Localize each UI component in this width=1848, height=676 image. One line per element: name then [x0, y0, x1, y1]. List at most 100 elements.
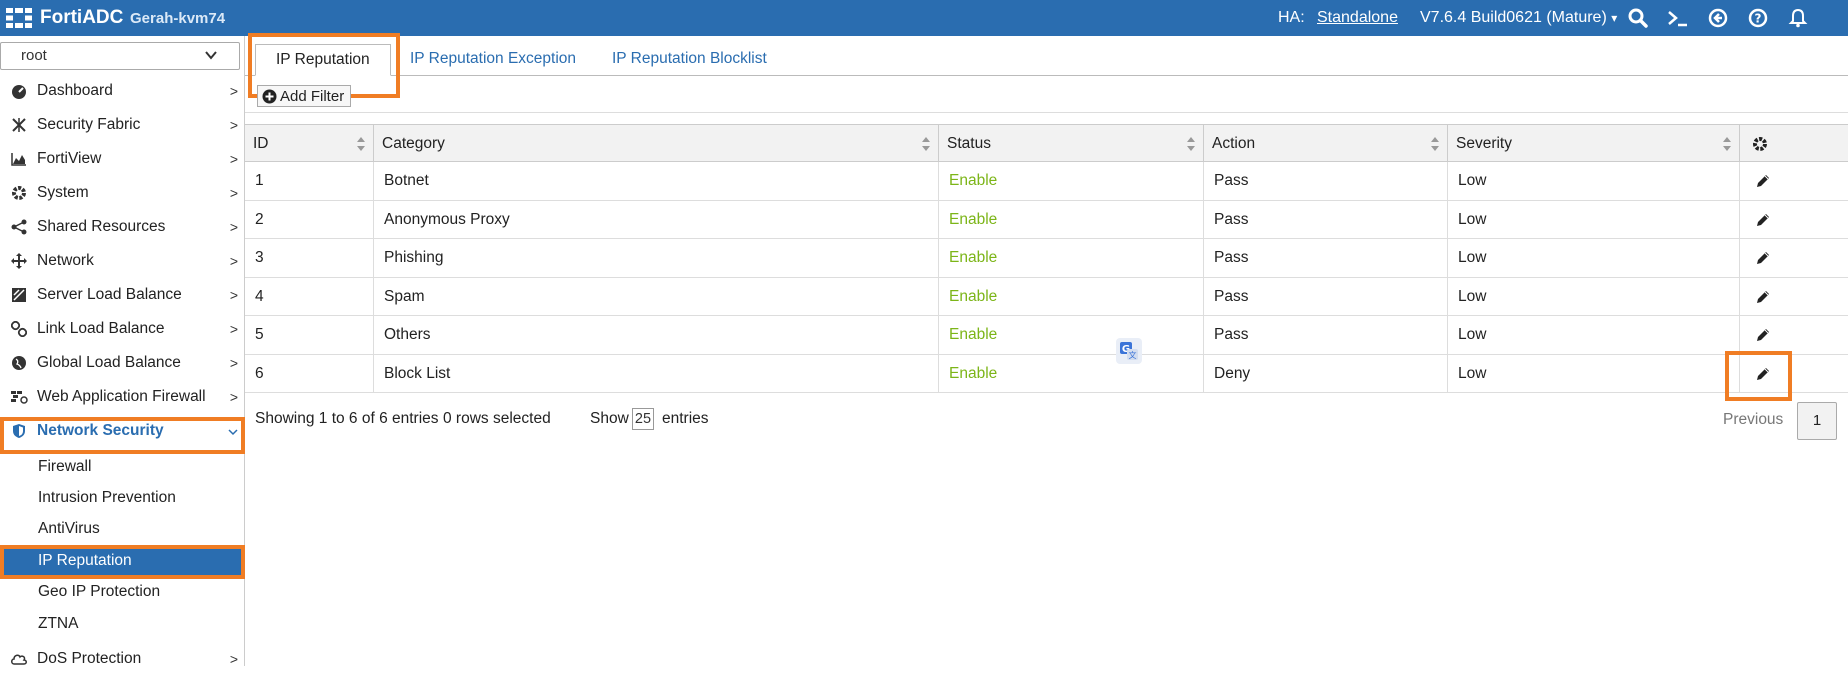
- page-1-button[interactable]: 1: [1797, 402, 1837, 440]
- cell-action: Pass: [1204, 200, 1448, 239]
- sort-icon: [1431, 137, 1439, 151]
- vdom-select[interactable]: root: [0, 42, 240, 70]
- cell-id: 1: [245, 162, 374, 200]
- waf-icon: [10, 388, 28, 406]
- sidebar-subitem-ztna[interactable]: ZTNA: [0, 609, 244, 639]
- pencil-icon: [1756, 213, 1769, 226]
- sidebar-subitem-label: Firewall: [38, 458, 92, 475]
- sidebar-item-label: DoS Protection: [37, 650, 142, 667]
- search-icon[interactable]: [1626, 6, 1650, 30]
- pencil-icon: [1756, 252, 1769, 264]
- chevron-right-icon: >: [229, 651, 238, 667]
- tab-ip-reputation-blocklist[interactable]: IP Reputation Blocklist: [592, 44, 787, 76]
- page-size-input[interactable]: 25: [632, 408, 654, 430]
- cell-status: Enable: [939, 316, 1204, 354]
- sidebar-subitem-firewall[interactable]: Firewall: [0, 452, 244, 482]
- sidebar-subitem-geo-ip-protection[interactable]: Geo IP Protection: [0, 577, 244, 607]
- edit-button[interactable]: [1740, 355, 1785, 393]
- sidebar-subitem-label: AntiVirus: [38, 520, 100, 537]
- chevron-right-icon: >: [229, 321, 238, 337]
- sidebar-item-system[interactable]: System >: [0, 176, 244, 210]
- cell-status: Enable: [939, 354, 1204, 393]
- sidebar-item-security-fabric[interactable]: Security Fabric >: [0, 108, 244, 142]
- sidebar-subitem-ip-reputation[interactable]: IP Reputation: [0, 546, 244, 576]
- cell-status: Enable: [939, 162, 1204, 200]
- sidebar-item-server-load-balance[interactable]: Server Load Balance >: [0, 278, 244, 312]
- back-circle-icon[interactable]: [1706, 6, 1730, 30]
- table-row[interactable]: 4 Spam Enable Pass Low: [245, 277, 1848, 316]
- table-row[interactable]: 2 Anonymous Proxy Enable Pass Low: [245, 200, 1848, 239]
- sidebar-item-network[interactable]: Network >: [0, 244, 244, 278]
- sidebar-item-label: Server Load Balance: [37, 286, 182, 303]
- ha-label: HA:: [1278, 9, 1305, 26]
- dashboard-icon: [10, 82, 28, 100]
- svg-text:文: 文: [1129, 350, 1137, 360]
- cell-id: 6: [245, 354, 374, 393]
- tab-bar: IP Reputation IP Reputation Exception IP…: [245, 36, 1848, 76]
- terminal-icon[interactable]: [1666, 6, 1690, 30]
- sidebar-item-web-application-firewall[interactable]: Web Application Firewall >: [0, 380, 244, 414]
- tab-ip-reputation[interactable]: IP Reputation: [255, 44, 391, 76]
- share-icon: [10, 218, 28, 236]
- chevron-right-icon: >: [229, 117, 238, 133]
- version-dropdown[interactable]: V7.6.4 Build0621 (Mature) ▾: [1420, 9, 1617, 27]
- chevron-right-icon: >: [229, 151, 238, 167]
- sidebar-item-label: Network Security: [37, 422, 164, 439]
- sidebar-item-label: Network: [37, 252, 94, 269]
- cell-status: Enable: [939, 200, 1204, 239]
- tab-ip-reputation-exception[interactable]: IP Reputation Exception: [390, 44, 596, 76]
- cell-category: Botnet: [374, 162, 939, 200]
- sidebar-subitem-antivirus[interactable]: AntiVirus: [0, 514, 244, 544]
- cell-action: Pass: [1204, 277, 1448, 316]
- sidebar-item-network-security[interactable]: Network Security: [0, 414, 244, 448]
- edit-button[interactable]: [1740, 278, 1785, 316]
- help-icon[interactable]: ?: [1746, 6, 1770, 30]
- edit-button[interactable]: [1740, 239, 1785, 277]
- previous-page-button[interactable]: Previous: [1723, 411, 1783, 429]
- translate-icon[interactable]: G文: [1116, 338, 1142, 364]
- sidebar-item-dos-protection[interactable]: DoS Protection >: [0, 642, 244, 676]
- cell-action: Pass: [1204, 239, 1448, 277]
- sort-icon: [1723, 137, 1731, 151]
- cell-severity: Low: [1448, 277, 1740, 316]
- column-settings-button[interactable]: [1740, 125, 1848, 162]
- sidebar-item-label: Dashboard: [37, 82, 113, 99]
- sidebar-subitem-label: ZTNA: [38, 615, 79, 632]
- table-row[interactable]: 6 Block List Enable Deny Low: [245, 354, 1848, 393]
- edit-button[interactable]: [1740, 162, 1785, 200]
- column-header-action[interactable]: Action: [1204, 125, 1448, 162]
- chart-icon: [10, 150, 28, 168]
- add-filter-button[interactable]: Add Filter: [257, 85, 352, 107]
- sidebar-subitem-intrusion-prevention[interactable]: Intrusion Prevention: [0, 483, 244, 513]
- sidebar-item-dashboard[interactable]: Dashboard >: [0, 74, 244, 108]
- vdom-value: root: [21, 47, 47, 64]
- column-header-category[interactable]: Category: [374, 125, 939, 162]
- table-row[interactable]: 5 Others Enable Pass Low: [245, 316, 1848, 355]
- hostname: Gerah-kvm74: [130, 10, 226, 27]
- edit-button[interactable]: [1740, 316, 1785, 354]
- ha-status-link[interactable]: Standalone: [1317, 9, 1398, 27]
- sort-icon: [922, 137, 930, 151]
- notification-bell-icon[interactable]: [1786, 6, 1810, 30]
- column-header-status[interactable]: Status: [939, 125, 1204, 162]
- filter-bar: Add Filter: [245, 76, 1848, 113]
- chevron-right-icon: >: [229, 83, 238, 99]
- sidebar-item-shared-resources[interactable]: Shared Resources >: [0, 210, 244, 244]
- column-header-id[interactable]: ID: [245, 125, 374, 162]
- cell-severity: Low: [1448, 162, 1740, 200]
- table-row[interactable]: 1 Botnet Enable Pass Low: [245, 162, 1848, 201]
- top-bar: FortiADC Gerah-kvm74 HA: Standalone V7.6…: [0, 0, 1848, 36]
- cell-status: Enable: [939, 239, 1204, 277]
- table-header: ID Category Status Action Severity: [245, 124, 1848, 162]
- cell-action: Pass: [1204, 162, 1448, 200]
- edit-button[interactable]: [1740, 201, 1785, 239]
- column-header-severity[interactable]: Severity: [1448, 125, 1740, 162]
- sidebar-item-global-load-balance[interactable]: Global Load Balance >: [0, 346, 244, 380]
- column-header-label: ID: [253, 135, 269, 152]
- sidebar-item-link-load-balance[interactable]: Link Load Balance >: [0, 312, 244, 346]
- cell-severity: Low: [1448, 200, 1740, 239]
- sort-icon: [357, 137, 365, 151]
- sidebar-item-fortiview[interactable]: FortiView >: [0, 142, 244, 176]
- table-row[interactable]: 3 Phishing Enable Pass Low: [245, 239, 1848, 278]
- entries-label: entries: [662, 410, 709, 427]
